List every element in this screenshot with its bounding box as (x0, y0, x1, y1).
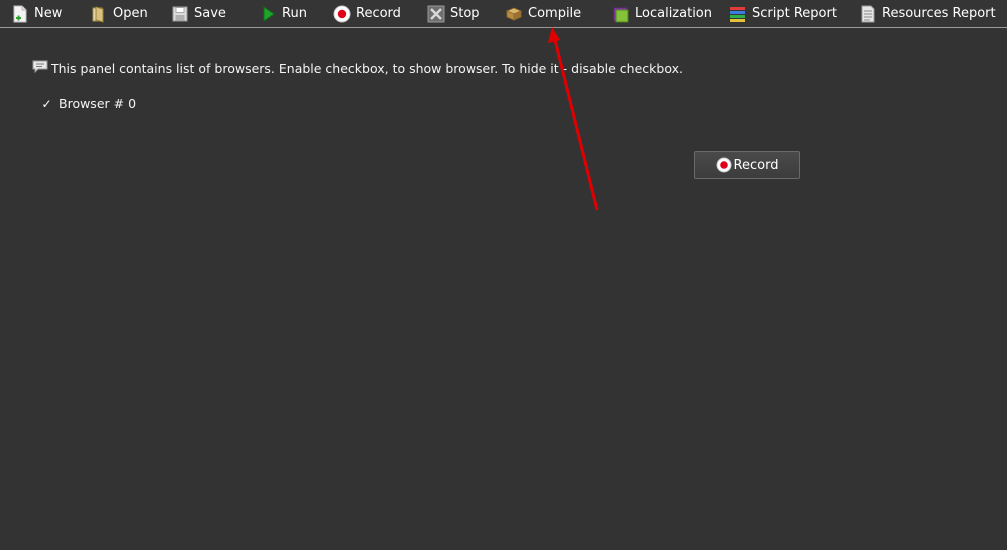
run-label: Run (282, 6, 307, 21)
annotation-arrow (548, 27, 599, 211)
app-window: New Open Save Run Record Stop Compile Lo… (0, 0, 1007, 550)
open-folder-icon (90, 5, 108, 23)
compile-icon (505, 5, 523, 23)
script-report-button[interactable]: Script Report (729, 0, 837, 27)
save-button[interactable]: Save (171, 0, 226, 27)
record-toolbar-label: Record (356, 6, 401, 21)
run-button[interactable]: Run (259, 0, 307, 27)
stop-icon (427, 5, 445, 23)
speech-bubble-icon (32, 60, 48, 74)
browser-label: Browser # 0 (59, 96, 137, 111)
record-toolbar-button[interactable]: Record (333, 0, 401, 27)
record-button[interactable]: Record (694, 151, 800, 179)
save-icon (171, 5, 189, 23)
resources-report-icon (859, 5, 877, 23)
new-file-icon (11, 5, 29, 23)
save-label: Save (194, 6, 226, 21)
open-label: Open (113, 6, 148, 21)
record-icon (333, 5, 351, 23)
browser-checkbox[interactable]: ✓ (40, 97, 53, 111)
browser-list-item: ✓ Browser # 0 (40, 96, 136, 111)
stop-label: Stop (450, 6, 480, 21)
localization-label: Localization (635, 6, 712, 21)
record-button-label: Record (733, 157, 779, 173)
script-report-label: Script Report (752, 6, 837, 21)
compile-label: Compile (528, 6, 582, 21)
new-button[interactable]: New (11, 0, 62, 27)
localization-button[interactable]: Localization (612, 0, 712, 27)
new-label: New (34, 6, 63, 21)
run-icon (259, 5, 277, 23)
resources-report-button[interactable]: Resources Report (859, 0, 996, 27)
record-icon (716, 157, 732, 173)
toolbar: New Open Save Run Record Stop Compile Lo… (0, 0, 1007, 28)
stop-button[interactable]: Stop (427, 0, 480, 27)
compile-button[interactable]: Compile (505, 0, 581, 27)
info-message: This panel contains list of browsers. En… (32, 60, 683, 76)
open-button[interactable]: Open (90, 0, 148, 27)
resources-report-label: Resources Report (882, 6, 996, 21)
script-report-icon (729, 5, 747, 23)
info-text: This panel contains list of browsers. En… (51, 61, 683, 76)
localization-icon (612, 5, 630, 23)
